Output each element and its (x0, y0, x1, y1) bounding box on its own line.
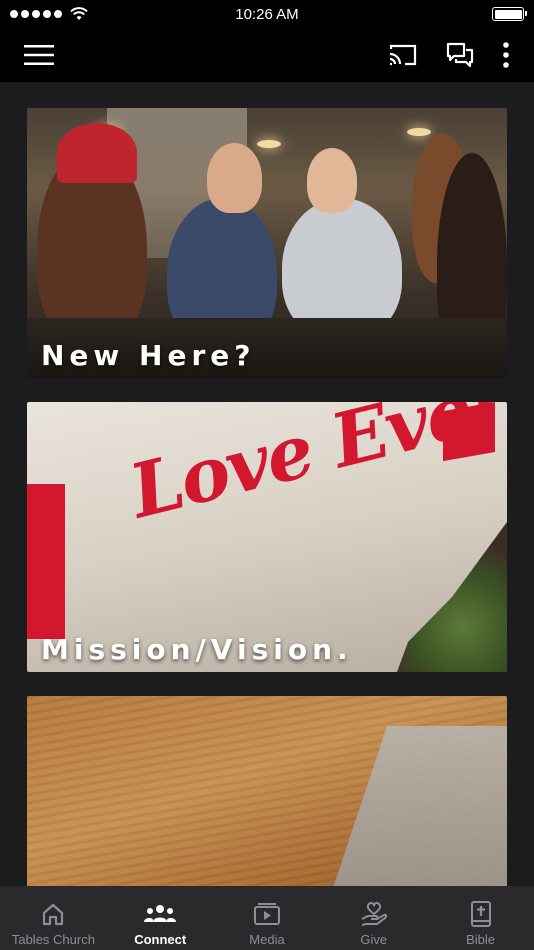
signal-strength-icon (10, 10, 62, 18)
mission-vision-card[interactable]: Love Everyone Mission/Vision. (27, 402, 507, 672)
mural-text: Love Everyone (122, 402, 507, 536)
new-here-card[interactable]: New Here? (27, 108, 507, 378)
signal-group (10, 7, 88, 21)
tab-label: Connect (134, 932, 187, 947)
new-here-image (27, 108, 507, 378)
tab-bible[interactable]: Bible (427, 886, 534, 950)
tab-connect[interactable]: Connect (107, 886, 214, 950)
wood-table-image (27, 696, 507, 886)
tab-label: Media (249, 932, 285, 947)
wood-table-card[interactable] (27, 696, 507, 886)
bible-icon (470, 901, 491, 927)
card-title: New Here? (41, 339, 256, 372)
connect-content: New Here? Love Everyone Mission/Vision. (0, 82, 534, 886)
tab-tables-church[interactable]: Tables Church (0, 886, 107, 950)
tab-give[interactable]: Give (320, 886, 427, 950)
more-vertical-icon[interactable] (502, 42, 510, 68)
card-title: Mission/Vision. (41, 633, 353, 666)
people-icon (144, 905, 177, 922)
love-everyone-mural-image: Love Everyone (27, 402, 507, 672)
tab-label: Give (360, 932, 388, 947)
status-bar: 10:26 AM (0, 0, 534, 28)
chat-icon[interactable] (446, 42, 474, 68)
tab-media[interactable]: Media (214, 886, 321, 950)
app-bar (0, 28, 534, 82)
tab-label: Tables Church (11, 932, 95, 947)
cast-icon[interactable] (388, 43, 418, 67)
play-icon (253, 903, 280, 925)
tab-label: Bible (466, 932, 496, 947)
bottom-tab-bar: Tables Church Connect Media Give Bible (0, 886, 534, 950)
wifi-icon (70, 7, 88, 20)
hamburger-menu-icon[interactable] (24, 44, 54, 66)
give-heart-hand-icon (361, 901, 387, 926)
home-icon (43, 903, 64, 926)
battery-icon (492, 7, 527, 21)
